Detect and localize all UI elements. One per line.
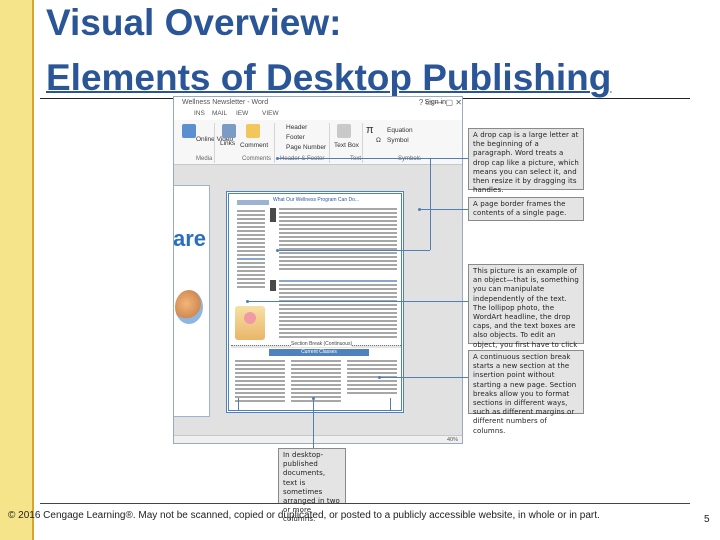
comment-button[interactable]: Comment — [240, 142, 268, 149]
zoom-level[interactable]: 40% — [447, 437, 458, 443]
newsletter-page[interactable]: What Our Wellness Program Can Do... Sect… — [226, 191, 404, 413]
article-heading: What Our Wellness Program Can Do... — [273, 197, 360, 203]
slide-left-band — [0, 0, 34, 540]
leader-dot — [246, 300, 249, 303]
columns-heading-text: Current Classes — [301, 349, 337, 355]
symbol-button[interactable]: Symbol — [387, 137, 409, 144]
tab-view[interactable]: VIEW — [262, 110, 279, 117]
leader-line-drop-cap-2 — [278, 250, 430, 251]
word-window: Wellness Newsletter - Word Sign in ? ▭ —… — [173, 96, 463, 444]
leader-line-columns-h — [238, 410, 390, 411]
callout-section-break: A continuous section break starts a new … — [468, 350, 584, 435]
equation-button[interactable]: Equation — [387, 127, 413, 134]
drop-cap-2[interactable] — [270, 280, 276, 291]
leader-line-columns-left — [238, 398, 239, 410]
leader-dot — [276, 157, 279, 160]
window-controls[interactable]: ? ▭ — ▢ ✕ — [419, 97, 462, 109]
leader-line-columns-right — [390, 398, 391, 410]
group-label-text: Text — [350, 156, 362, 162]
ribbon-separator — [214, 123, 215, 163]
symbol-icon[interactable]: Ω — [376, 137, 381, 144]
copyright-footer: © 2016 Cengage Learning®. May not be sca… — [8, 510, 600, 521]
status-bar: 40% — [174, 435, 462, 443]
drop-cap[interactable] — [270, 208, 276, 222]
lollipop-picture[interactable] — [235, 306, 265, 340]
slide-title-line-2: Elements of Desktop Publishing — [46, 57, 612, 98]
ribbon-tabs: INS MAIL IEW VIEW — [174, 109, 462, 120]
links-button[interactable]: Links — [220, 140, 235, 147]
leader-dot — [418, 208, 421, 211]
columns-heading: Current Classes — [269, 349, 369, 356]
ribbon-separator — [329, 123, 330, 163]
group-label-header-footer: Header & Footer — [280, 156, 325, 162]
previous-page: are — [173, 185, 210, 417]
sidebar-text-box[interactable] — [237, 210, 265, 290]
leader-line-object — [248, 301, 468, 302]
leader-line-columns-v — [313, 398, 314, 448]
slide-title-line-1: Visual Overview: — [46, 2, 342, 43]
comment-icon[interactable] — [246, 124, 260, 138]
group-label-comments: Comments — [242, 156, 272, 162]
footer-rule — [40, 503, 690, 504]
page-graphic — [175, 290, 203, 324]
tab-insert[interactable]: INS — [194, 110, 205, 117]
callout-object: This picture is an example of an object—… — [468, 264, 584, 358]
leader-line-section-break — [380, 377, 468, 378]
footer-button[interactable]: Footer — [286, 134, 305, 141]
online-video-icon[interactable] — [182, 124, 196, 138]
ribbon-separator — [274, 123, 275, 163]
leader-dot — [378, 376, 381, 379]
sidebar-heading-box[interactable] — [237, 200, 269, 205]
group-label-symbols: Symbols — [398, 156, 422, 162]
callout-drop-cap: A drop cap is a large letter at the begi… — [468, 128, 584, 194]
document-title: Wellness Newsletter - Word — [182, 99, 269, 106]
zoom-slider[interactable] — [400, 437, 436, 438]
leader-line-page-border — [420, 209, 468, 210]
header-button[interactable]: Header — [286, 124, 307, 131]
section-break-marker: Section Break (Continuous) — [231, 341, 401, 348]
tab-review[interactable]: IEW — [236, 110, 248, 117]
leader-dot — [276, 249, 279, 252]
text-box-icon[interactable] — [337, 124, 351, 138]
callout-columns: In desktop-published documents, text is … — [278, 448, 346, 523]
equation-icon[interactable]: π — [366, 124, 374, 136]
leader-dot — [312, 397, 315, 400]
leader-line-drop-cap-v — [430, 158, 431, 250]
wordart-fragment: are — [173, 226, 207, 251]
leader-line-drop-cap — [278, 158, 468, 159]
text-box-button[interactable]: Text Box — [334, 142, 359, 149]
group-label-media: Media — [196, 156, 213, 162]
ribbon-separator — [362, 123, 363, 163]
callout-page-border: A page border frames the contents of a s… — [468, 197, 584, 221]
word-titlebar: Wellness Newsletter - Word Sign in ? ▭ —… — [174, 97, 462, 109]
article-text-2 — [279, 280, 397, 340]
document-area[interactable]: are What Our Wellness Program Can Do... — [173, 165, 462, 435]
tab-mailings[interactable]: MAIL — [212, 110, 227, 117]
article-text — [279, 208, 397, 272]
slide-number: 5 — [704, 514, 710, 525]
section-break-label: Section Break (Continuous) — [291, 341, 353, 347]
links-icon[interactable] — [222, 124, 236, 138]
page-number-button[interactable]: Page Number — [286, 144, 326, 151]
